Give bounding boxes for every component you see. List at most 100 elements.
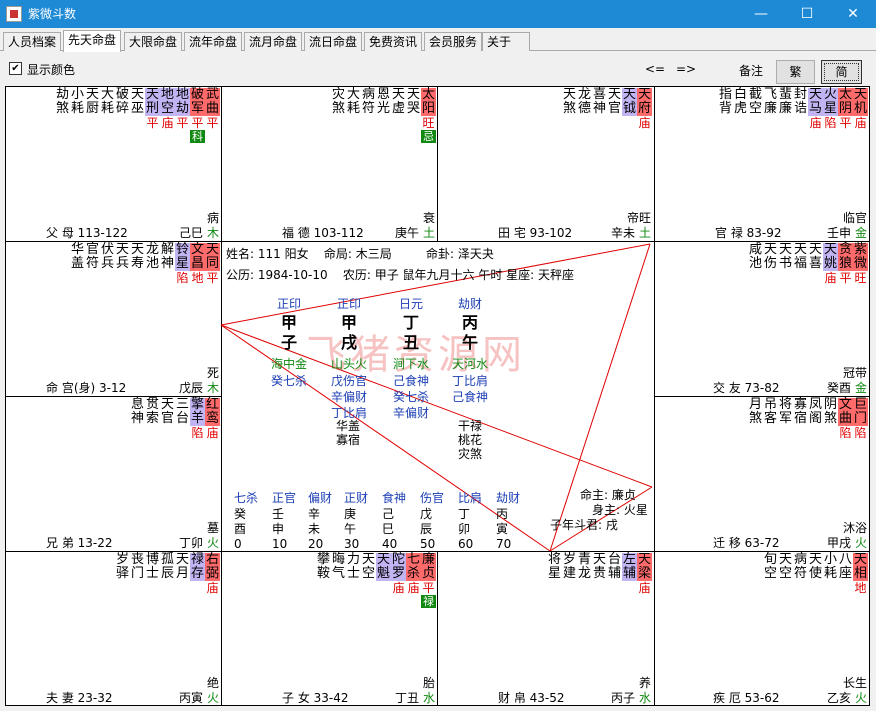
shen-zhu: 身主: 火星 <box>592 503 648 517</box>
palace-element: 金 <box>854 226 867 240</box>
star-name: 文 曲 <box>838 397 853 426</box>
palace-xiongdi[interactable]: 红 鸾庙擎 羊陷三 台天 官贯 索息 神墓丁卯火 兄 弟 13-22 <box>6 397 221 551</box>
tab-daxian[interactable]: 大限命盘 <box>124 32 183 51</box>
star-name: 寡 宿 <box>793 397 807 426</box>
star: 封 诰 <box>793 88 808 130</box>
palace-jiaoyou[interactable]: 紫 微旺贪 狼平天 姚庙天 喜天 福天 书天 伤咸 池冠带 癸酉金 交 友 73-8… <box>655 242 869 396</box>
maximize-button[interactable]: ☐ <box>784 0 830 28</box>
star: 天 刑平 <box>145 88 160 143</box>
palace-guanlu[interactable]: 天 机庙太 阴平火 星陷天 马庙封 诰蜚 廉飞 廉截 空白 虎指 背临官 壬申金官… <box>655 87 869 241</box>
shensha-b-1: 干禄 <box>458 419 483 433</box>
star-name: 白 虎 <box>733 87 747 116</box>
tab-free-info[interactable]: 免费资讯 <box>364 32 423 51</box>
star-name: 天 使 <box>808 552 822 581</box>
star: 岁 建 <box>562 553 577 595</box>
star: 破 碎 <box>115 88 130 143</box>
palace-ganzhi: 己巳 <box>178 226 203 240</box>
star: 喜 神 <box>592 88 607 130</box>
note-button[interactable]: 备注 <box>739 62 763 79</box>
dayun-branch: 卯 <box>458 522 471 536</box>
star: 病 符 <box>793 553 808 595</box>
palace-fuqi[interactable]: 右 弼庙禄 存天 月孤 辰博 士丧 门岁 驿绝丙寅火 夫 妻 23-32 <box>6 552 221 706</box>
star: 天 使 <box>808 553 823 595</box>
palace-jie[interactable]: 天 相地八 座小 耗天 使病 符天 空旬 空长生 乙亥火 疾 厄 53-62 <box>655 552 869 706</box>
toolbar: ✔ 显示颜色 <= => 备注 繁 简 <box>0 52 876 86</box>
star-brightness: 陷 <box>191 426 204 440</box>
star-name: 攀 鞍 <box>316 552 330 581</box>
star-name: 大 耗 <box>346 87 360 116</box>
palace-zinv[interactable]: 廉 贞平禄七 杀庙陀 罗庙天 魁天 空力 士晦 气攀 鞍胎丁丑水子 女 33-4… <box>222 552 437 706</box>
star: 攀 鞍 <box>316 553 331 608</box>
palace-fumu[interactable]: 武 曲平破 军平科地 劫平地 空庙天 刑平天 巫破 碎大 耗天 厨小 耗劫 煞病… <box>6 87 221 241</box>
star: 天 同平 <box>205 243 220 285</box>
palace-ganzhi-row: 己巳木 <box>179 226 219 240</box>
palace-ganzhi: 癸酉 <box>826 381 851 395</box>
star-name: 蜚 廉 <box>778 87 792 116</box>
star-brightness: 平 <box>839 116 852 130</box>
star: 力 士 <box>346 553 361 608</box>
tab-about[interactable]: 关于 <box>482 32 530 51</box>
traditional-button[interactable]: 繁 <box>776 60 815 84</box>
palace-qianyi[interactable]: 巨 门陷文 曲陷阴 煞凤 阁寡 宿将 军吊 客月 煞沐浴 甲戌火迁 移 63-72 <box>655 397 869 551</box>
star: 擎 羊陷 <box>190 398 205 440</box>
palace-ganzhi: 庚午 <box>394 226 419 240</box>
tab-renyuan[interactable]: 人员档案 <box>3 32 62 51</box>
palace-name: 财 帛 43-52 <box>498 691 565 705</box>
star: 官 符 <box>85 243 100 285</box>
star-name: 天 同 <box>205 242 220 271</box>
palace-ganzhi-row: 壬申金 <box>827 226 867 240</box>
star: 巨 门陷 <box>853 398 868 440</box>
dayun-god: 七杀 <box>234 491 259 505</box>
palace-caibo[interactable]: 天 梁庙左 辅台 辅天 贵青 龙岁 建将 星养丙子水 财 帛 43-52 <box>438 552 653 706</box>
star-name: 三 台 <box>175 397 189 426</box>
tab-xiantian[interactable]: 先天命盘 <box>63 30 122 52</box>
star-list: 天 同平文 昌地铃 星陷解 神龙 池天 寿天 兵伏 兵官 符华 盖 <box>70 243 220 285</box>
tab-member[interactable]: 会员服务 <box>424 32 483 51</box>
star: 龙 德 <box>577 88 592 130</box>
tab-liunian[interactable]: 流年命盘 <box>184 32 243 51</box>
palace-ganzhi-row: 戊辰木 <box>179 381 219 395</box>
star-list: 武 曲平破 军平科地 劫平地 空庙天 刑平天 巫破 碎大 耗天 厨小 耗劫 煞 <box>55 88 220 143</box>
star-list: 天 府庙天 钺天 官喜 神龙 德天 煞 <box>562 88 652 130</box>
dayun-stem: 辛 <box>308 507 321 521</box>
shensha-b-3: 灾煞 <box>458 447 483 461</box>
simplified-button[interactable]: 简 <box>821 60 862 84</box>
minimize-button[interactable]: — <box>738 0 784 28</box>
palace-name: 疾 厄 53-62 <box>713 691 780 705</box>
star: 月 煞 <box>748 398 763 440</box>
star: 禄 存 <box>190 553 205 595</box>
star: 天 官 <box>607 88 622 130</box>
dayun-god: 正财 <box>344 491 369 505</box>
star-list: 太 阳旺忌天 哭天 虚恩 光病 符大 耗灾 煞 <box>331 88 436 143</box>
close-button[interactable]: ✕ <box>830 0 876 28</box>
star-brightness: 庙 <box>206 581 219 595</box>
star-brightness: 平 <box>176 116 189 130</box>
palace-ming[interactable]: 天 同平文 昌地铃 星陷解 神龙 池天 寿天 兵伏 兵官 符华 盖死戊辰木 命 宫… <box>6 242 221 396</box>
star-brightness: 庙 <box>854 116 867 130</box>
tab-liuyue[interactable]: 流月命盘 <box>244 32 303 51</box>
star: 天 福 <box>793 243 808 285</box>
prev-button[interactable]: <= <box>645 62 665 76</box>
pillar-hidden-stem: 癸七杀 <box>270 374 307 388</box>
star-name: 巨 门 <box>853 397 868 426</box>
star: 凤 阁 <box>808 398 823 440</box>
pillar-nayin: 山头火 <box>330 357 367 371</box>
tab-liuri[interactable]: 流日命盘 <box>304 32 363 51</box>
ming-zhu: 命主: 廉贞 <box>580 488 636 502</box>
star: 天 伤 <box>763 243 778 285</box>
palace-tianzhai[interactable]: 天 府庙天 钺天 官喜 神龙 德天 煞帝旺 辛未土 田 宅 93-102 <box>438 87 653 241</box>
show-color-checkbox[interactable]: ✔ <box>9 62 22 75</box>
dayun-stem: 庚 <box>344 507 357 521</box>
star-name: 廉 贞 <box>421 552 436 581</box>
star: 天 煞 <box>562 88 577 130</box>
dayun-god: 劫财 <box>496 491 521 505</box>
palace-fude[interactable]: 太 阳旺忌天 哭天 虚恩 光病 符大 耗灾 煞衰庚午土福 德 103-112 <box>222 87 437 241</box>
star-brightness: 庙 <box>161 116 174 130</box>
star-name: 七 杀 <box>406 552 421 581</box>
star-name: 天 官 <box>160 397 174 426</box>
star: 将 军 <box>778 398 793 440</box>
star-name: 天 哭 <box>406 87 420 116</box>
dayun-branch: 寅 <box>496 522 509 536</box>
next-button[interactable]: => <box>676 62 696 76</box>
palace-ganzhi: 壬申 <box>826 226 851 240</box>
